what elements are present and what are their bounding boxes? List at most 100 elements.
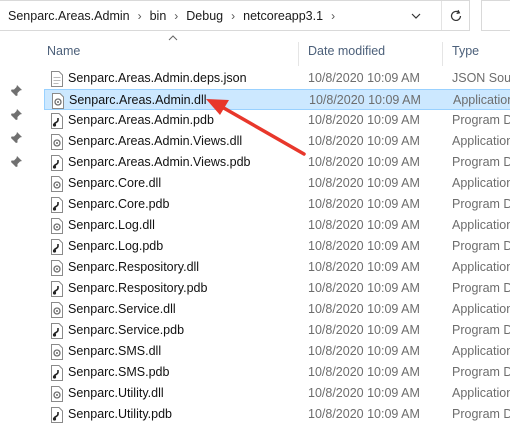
file-date-modified: 10/8/2020 10:09 AM xyxy=(308,407,420,421)
file-type: Program D xyxy=(452,323,510,337)
file-row[interactable]: Senparc.Areas.Admin.Views.dll 10/8/2020 1… xyxy=(44,131,510,152)
file-name[interactable]: Senparc.Core.pdb xyxy=(68,194,169,214)
file-type: Program D xyxy=(452,155,510,169)
chevron-right-icon[interactable]: › xyxy=(327,9,339,23)
file-date-modified: 10/8/2020 10:09 AM xyxy=(308,176,420,190)
dll-file-icon xyxy=(51,93,65,109)
dll-file-icon xyxy=(50,260,64,276)
breadcrumb-item[interactable]: bin xyxy=(146,9,171,23)
file-type: Application xyxy=(452,386,510,400)
file-type: Application xyxy=(452,260,510,274)
file-name[interactable]: Senparc.Service.dll xyxy=(68,299,176,319)
chevron-down-icon xyxy=(411,13,421,19)
address-history-button[interactable] xyxy=(404,1,428,30)
file-date-modified: 10/8/2020 10:09 AM xyxy=(308,218,420,232)
file-type: Program D xyxy=(452,197,510,211)
file-row[interactable]: Senparc.Utility.pdb 10/8/2020 10:09 AM Pro… xyxy=(44,404,510,425)
file-row[interactable]: Senparc.SMS.pdb 10/8/2020 10:09 AM Program… xyxy=(44,362,510,383)
file-name[interactable]: Senparc.Log.pdb xyxy=(68,236,163,256)
pdb-file-icon xyxy=(50,239,64,255)
column-type-header[interactable]: Type xyxy=(452,36,479,66)
file-date-modified: 10/8/2020 10:09 AM xyxy=(308,134,420,148)
json-file-icon xyxy=(50,71,64,87)
file-name[interactable]: Senparc.Core.dll xyxy=(68,173,161,193)
file-row[interactable]: Senparc.SMS.dll 10/8/2020 10:09 AM Applica… xyxy=(44,341,510,362)
file-type: Application xyxy=(452,176,510,190)
file-type: Program D xyxy=(452,281,510,295)
file-row[interactable]: Senparc.Areas.Admin.deps.json 10/8/2020 1… xyxy=(44,68,510,89)
file-row[interactable]: Senparc.Core.pdb 10/8/2020 10:09 AM Progra… xyxy=(44,194,510,215)
file-type: Application xyxy=(452,302,510,316)
file-type: JSON Sourc xyxy=(452,71,510,85)
dll-file-icon xyxy=(50,302,64,318)
file-date-modified: 10/8/2020 10:09 AM xyxy=(308,281,420,295)
address-bar[interactable]: Senparc.Areas.Admin › bin › Debug › netc… xyxy=(0,0,470,31)
file-date-modified: 10/8/2020 10:09 AM xyxy=(308,365,420,379)
column-divider[interactable] xyxy=(298,42,299,66)
dll-file-icon xyxy=(50,176,64,192)
file-name[interactable]: Senparc.Service.pdb xyxy=(68,320,184,340)
file-type: Program D xyxy=(452,113,510,127)
column-header-row: Name Date modified Type xyxy=(34,35,510,66)
file-name[interactable]: Senparc.Areas.Admin.dll xyxy=(69,90,207,110)
dll-file-icon xyxy=(50,218,64,234)
pdb-file-icon xyxy=(50,113,64,129)
column-divider[interactable] xyxy=(442,42,443,66)
column-name-header[interactable]: Name xyxy=(47,36,80,66)
file-date-modified: 10/8/2020 10:09 AM xyxy=(308,323,420,337)
file-type: Application xyxy=(453,93,510,107)
file-date-modified: 10/8/2020 10:09 AM xyxy=(308,386,420,400)
file-row[interactable]: Senparc.Respository.pdb 10/8/2020 10:09 A… xyxy=(44,278,510,299)
breadcrumb-item[interactable]: Senparc.Areas.Admin xyxy=(0,9,134,23)
file-row[interactable]: Senparc.Service.pdb 10/8/2020 10:09 AM Pro… xyxy=(44,320,510,341)
chevron-right-icon[interactable]: › xyxy=(134,9,146,23)
file-type: Program D xyxy=(452,365,510,379)
file-date-modified: 10/8/2020 10:09 AM xyxy=(308,239,420,253)
chevron-right-icon[interactable]: › xyxy=(227,9,239,23)
file-name[interactable]: Senparc.Areas.Admin.deps.json xyxy=(68,68,247,88)
pin-icon[interactable] xyxy=(9,131,23,145)
dll-file-icon xyxy=(50,386,64,402)
file-type: Application xyxy=(452,218,510,232)
file-date-modified: 10/8/2020 10:09 AM xyxy=(308,197,420,211)
dll-file-icon xyxy=(50,134,64,150)
pin-icon[interactable] xyxy=(9,84,23,98)
pin-icon[interactable] xyxy=(9,108,23,122)
file-row[interactable]: Senparc.Log.dll 10/8/2020 10:09 AM Applica… xyxy=(44,215,510,236)
file-name[interactable]: Senparc.Utility.pdb xyxy=(68,404,172,424)
file-name[interactable]: Senparc.Areas.Admin.Views.dll xyxy=(68,131,242,151)
pdb-file-icon xyxy=(50,155,64,171)
file-type: Application xyxy=(452,134,510,148)
file-row[interactable]: Senparc.Areas.Admin.pdb 10/8/2020 10:09 A… xyxy=(44,110,510,131)
file-type: Program D xyxy=(452,407,510,421)
sort-ascending-icon xyxy=(168,35,178,41)
file-name[interactable]: Senparc.Respository.dll xyxy=(68,257,199,277)
breadcrumb-item[interactable]: Debug xyxy=(182,9,227,23)
file-row[interactable]: Senparc.Respository.dll 10/8/2020 10:09 A… xyxy=(44,257,510,278)
file-row[interactable]: Senparc.Service.dll 10/8/2020 10:09 AM App… xyxy=(44,299,510,320)
chevron-right-icon[interactable]: › xyxy=(170,9,182,23)
file-row[interactable]: Senparc.Log.pdb 10/8/2020 10:09 AM Program… xyxy=(44,236,510,257)
file-name[interactable]: Senparc.Log.dll xyxy=(68,215,155,235)
file-name[interactable]: Senparc.SMS.dll xyxy=(68,341,161,361)
dll-file-icon xyxy=(50,344,64,360)
pin-icon[interactable] xyxy=(9,155,23,169)
column-date-header[interactable]: Date modified xyxy=(308,36,385,66)
file-name[interactable]: Senparc.Utility.dll xyxy=(68,383,164,403)
refresh-button[interactable] xyxy=(441,1,470,30)
file-name[interactable]: Senparc.Areas.Admin.Views.pdb xyxy=(68,152,251,172)
file-row[interactable]: Senparc.Areas.Admin.Views.pdb 10/8/2020 1… xyxy=(44,152,510,173)
search-input[interactable] xyxy=(481,0,510,31)
pdb-file-icon xyxy=(50,197,64,213)
file-row[interactable]: Senparc.Utility.dll 10/8/2020 10:09 AM App… xyxy=(44,383,510,404)
breadcrumb-item[interactable]: netcoreapp3.1 xyxy=(239,9,327,23)
file-date-modified: 10/8/2020 10:09 AM xyxy=(308,302,420,316)
file-row[interactable]: Senparc.Core.dll 10/8/2020 10:09 AM Applic… xyxy=(44,173,510,194)
refresh-icon xyxy=(450,9,462,21)
file-name[interactable]: Senparc.SMS.pdb xyxy=(68,362,169,382)
file-name[interactable]: Senparc.Respository.pdb xyxy=(68,278,207,298)
file-date-modified: 10/8/2020 10:09 AM xyxy=(308,155,420,169)
file-name[interactable]: Senparc.Areas.Admin.pdb xyxy=(68,110,214,130)
file-row-selected[interactable]: Senparc.Areas.Admin.dll 10/8/2020 10:09 A… xyxy=(44,89,510,110)
file-type: Program D xyxy=(452,239,510,253)
